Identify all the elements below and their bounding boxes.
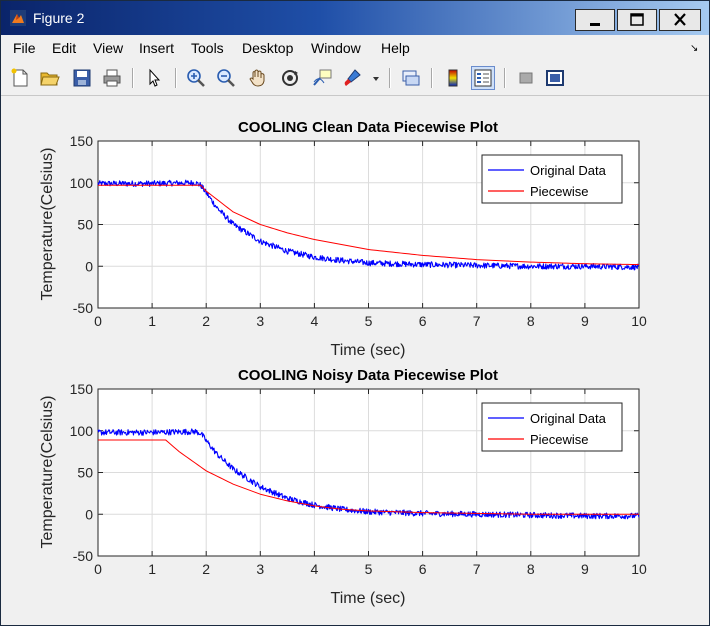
legend-label-piecewise: Piecewise	[530, 184, 589, 199]
x-tick-label: 7	[473, 313, 481, 329]
menu-window[interactable]: Window	[311, 40, 361, 56]
zoom-in-icon[interactable]	[185, 67, 207, 89]
zoom-out-icon[interactable]	[215, 67, 237, 89]
menu-tools[interactable]: Tools	[191, 40, 224, 56]
y-tick-label: 100	[70, 175, 94, 191]
brush-dropdown-icon[interactable]	[371, 67, 381, 89]
toolbar-separator	[132, 68, 134, 88]
rotate-3d-icon[interactable]	[279, 67, 301, 89]
dock-arrow-icon[interactable]: ↘	[690, 43, 698, 54]
legend-icon[interactable]	[471, 66, 495, 90]
toolbar-separator	[504, 68, 506, 88]
x-tick-label: 9	[581, 313, 589, 329]
y-tick-label: -50	[73, 300, 93, 316]
menu-bar: File Edit View Insert Tools Desktop Wind…	[1, 36, 709, 60]
y-tick-label: 0	[85, 258, 93, 274]
x-tick-label: 1	[148, 561, 156, 577]
menu-insert[interactable]: Insert	[139, 40, 174, 56]
y-tick-label: 50	[77, 217, 93, 233]
x-tick-label: 2	[202, 313, 210, 329]
legend-label-original: Original Data	[530, 411, 607, 426]
link-plot-icon[interactable]	[399, 67, 421, 89]
pointer-icon[interactable]	[143, 67, 165, 89]
brush-icon[interactable]	[341, 67, 363, 89]
y-tick-label: 150	[70, 133, 94, 149]
x-tick-label: 8	[527, 561, 535, 577]
open-file-icon[interactable]	[39, 67, 61, 89]
x-tick-label: 0	[94, 313, 102, 329]
x-tick-label: 4	[311, 313, 319, 329]
maximize-button[interactable]	[617, 9, 657, 31]
x-tick-label: 10	[631, 313, 647, 329]
x-tick-label: 6	[419, 561, 427, 577]
print-icon[interactable]	[101, 67, 123, 89]
minimize-icon	[590, 23, 600, 26]
axes-title: COOLING Clean Data Piecewise Plot	[238, 119, 498, 136]
y-tick-label: -50	[73, 548, 93, 564]
x-tick-label: 0	[94, 561, 102, 577]
y-tick-label: 150	[70, 381, 94, 397]
y-axis-label: Temperature(Celsius)	[39, 148, 56, 301]
matlab-logo-icon	[10, 10, 26, 26]
menu-desktop[interactable]: Desktop	[242, 40, 293, 56]
figure-toolbar	[1, 61, 709, 96]
x-tick-label: 8	[527, 313, 535, 329]
x-tick-label: 3	[256, 561, 264, 577]
x-tick-label: 9	[581, 561, 589, 577]
menu-help[interactable]: Help	[381, 40, 410, 56]
y-tick-label: 100	[70, 423, 94, 439]
axes-title: COOLING Noisy Data Piecewise Plot	[238, 367, 498, 384]
x-tick-label: 10	[631, 561, 647, 577]
x-tick-label: 2	[202, 561, 210, 577]
x-tick-labels: 0 1 2 3 4 5 6 7 8 9 10	[94, 561, 647, 577]
save-icon[interactable]	[71, 67, 93, 89]
axes-noisy[interactable]: COOLING Noisy Data Piecewise Plot 0 1 2 3 4 5…	[39, 367, 647, 607]
y-tick-labels: -50 0 50 100 150	[70, 381, 94, 564]
toolbar-separator	[389, 68, 391, 88]
x-axis-label: Time (sec)	[331, 342, 406, 359]
x-tick-label: 3	[256, 313, 264, 329]
legend[interactable]: Original Data Piecewise	[481, 154, 623, 204]
y-axis-label: Temperature(Celsius)	[39, 396, 56, 549]
x-axis-label: Time (sec)	[331, 590, 406, 607]
data-cursor-icon[interactable]	[311, 67, 333, 89]
y-tick-label: 50	[77, 465, 93, 481]
maximize-icon	[630, 13, 644, 26]
legend[interactable]: Original Data Piecewise	[481, 402, 623, 452]
figure-canvas[interactable]: COOLING Clean Data Piecewise Plot 0 1 2 3 4 5…	[1, 97, 709, 625]
colorbar-icon[interactable]	[442, 67, 464, 89]
axes-clean[interactable]: COOLING Clean Data Piecewise Plot 0 1 2 3 4 5…	[39, 119, 647, 359]
toolbar-separator	[175, 68, 177, 88]
figure-window: Figure 2 File Edit View Insert Tools Des…	[0, 0, 710, 626]
x-tick-label: 5	[365, 313, 373, 329]
x-tick-label: 6	[419, 313, 427, 329]
y-tick-label: 0	[85, 506, 93, 522]
title-bar[interactable]: Figure 2	[1, 1, 709, 35]
pan-hand-icon[interactable]	[247, 67, 269, 89]
menu-file[interactable]: File	[13, 40, 36, 56]
close-icon	[674, 13, 686, 26]
menu-view[interactable]: View	[93, 40, 123, 56]
minimize-button[interactable]	[575, 9, 615, 31]
x-tick-label: 4	[311, 561, 319, 577]
x-tick-label: 1	[148, 313, 156, 329]
close-button[interactable]	[659, 9, 701, 31]
show-plot-tools-icon[interactable]	[544, 67, 566, 89]
x-tick-label: 5	[365, 561, 373, 577]
hide-plot-tools-icon[interactable]	[515, 67, 537, 89]
new-figure-icon[interactable]	[9, 67, 31, 89]
x-tick-labels: 0 1 2 3 4 5 6 7 8 9 10	[94, 313, 647, 329]
window-title: Figure 2	[33, 10, 85, 26]
legend-label-piecewise: Piecewise	[530, 432, 589, 447]
legend-label-original: Original Data	[530, 163, 607, 178]
y-tick-labels: -50 0 50 100 150	[70, 133, 94, 316]
menu-edit[interactable]: Edit	[52, 40, 76, 56]
toolbar-separator	[431, 68, 433, 88]
x-tick-label: 7	[473, 561, 481, 577]
